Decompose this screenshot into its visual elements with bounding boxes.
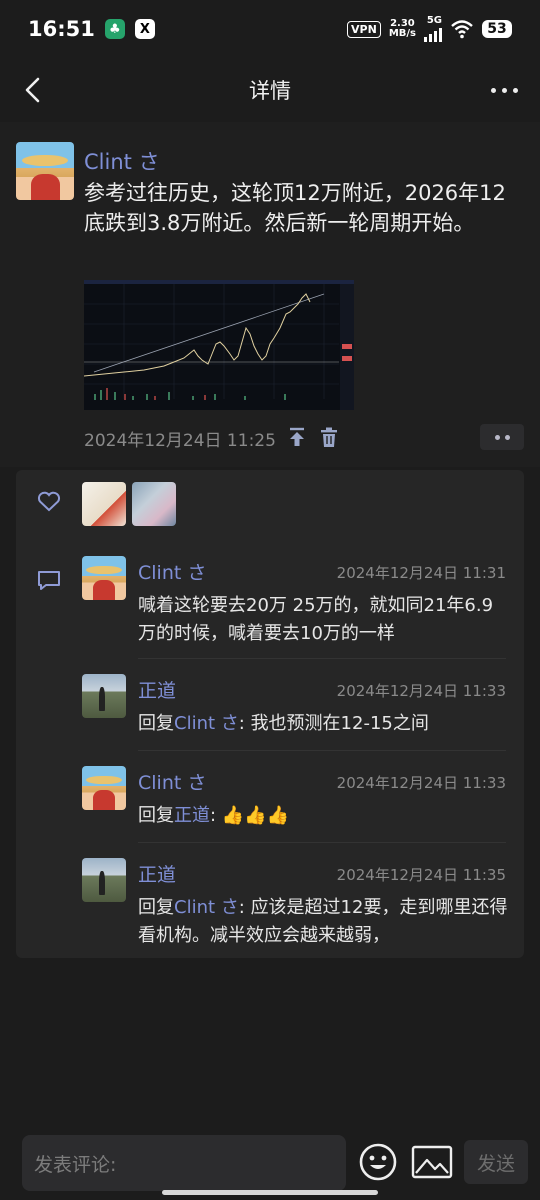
pin-top-icon[interactable] bbox=[286, 426, 308, 448]
nav-bar: 详情 bbox=[0, 58, 540, 122]
reply-prefix: 回复 bbox=[138, 897, 174, 918]
network-speed: 2.30 MB/s bbox=[389, 19, 416, 39]
avatar[interactable] bbox=[82, 766, 126, 810]
comment-time: 2024年12月24日 11:35 bbox=[336, 866, 506, 884]
comment-item[interactable]: Clint さ 2024年12月24日 11:33 回复正道: 👍👍👍 bbox=[82, 766, 506, 826]
comment-time: 2024年12月24日 11:33 bbox=[336, 682, 506, 700]
comment-text: 喊着这轮要去20万 25万的，就如同21年6.9万的时候，喊着要去10万的一样 bbox=[138, 592, 508, 648]
comment-author[interactable]: Clint さ bbox=[138, 558, 206, 585]
like-avatar[interactable] bbox=[132, 482, 176, 526]
smiley-icon[interactable] bbox=[358, 1142, 398, 1182]
leaf-app-icon: ♣ bbox=[104, 19, 125, 39]
post: Clint さ 参考过往历史，这轮顶12万附近，2026年12底跌到3.8万附近… bbox=[0, 122, 540, 467]
comment-icon bbox=[38, 571, 60, 590]
network-type: 5G bbox=[424, 16, 442, 42]
comment-body: 我也预测在12-15之间 bbox=[250, 713, 429, 734]
reply-separator: : bbox=[238, 713, 251, 734]
divider bbox=[138, 842, 506, 843]
comment-text: 回复正道: 👍👍👍 bbox=[138, 802, 508, 830]
post-text: 参考过往历史，这轮顶12万附近，2026年12底跌到3.8万附近。然后新一轮周期… bbox=[84, 181, 506, 235]
chevron-left-icon[interactable] bbox=[16, 72, 52, 108]
reply-target[interactable]: 正道 bbox=[174, 805, 210, 826]
comments-panel: Clint さ 2024年12月24日 11:31 喊着这轮要去20万 25万的… bbox=[16, 470, 524, 958]
avatar[interactable] bbox=[82, 858, 126, 902]
reply-separator: : bbox=[238, 897, 251, 918]
reply-target[interactable]: Clint さ bbox=[174, 713, 239, 734]
comment-time: 2024年12月24日 11:33 bbox=[336, 774, 506, 792]
divider bbox=[138, 658, 506, 659]
network-speed-unit: MB/s bbox=[388, 28, 416, 39]
comment-body: 👍👍👍 bbox=[221, 805, 290, 826]
post-author[interactable]: Clint さ bbox=[84, 146, 160, 176]
divider bbox=[138, 750, 506, 751]
comment-composer: 发表评论: 发送 bbox=[0, 1120, 540, 1200]
comment-input-placeholder: 发表评论: bbox=[34, 1153, 117, 1176]
vpn-badge: VPN bbox=[347, 20, 381, 38]
comment-author[interactable]: Clint さ bbox=[138, 768, 206, 795]
trash-icon[interactable] bbox=[318, 426, 340, 448]
battery-icon: 53 bbox=[482, 20, 512, 38]
wifi-icon bbox=[451, 20, 473, 39]
reply-prefix: 回复 bbox=[138, 713, 174, 734]
page-title: 详情 bbox=[249, 79, 291, 103]
avatar[interactable] bbox=[82, 556, 126, 600]
comment-item[interactable]: 正道 2024年12月24日 11:33 回复Clint さ: 我也预测在12-… bbox=[82, 674, 506, 734]
more-horizontal-icon[interactable] bbox=[491, 76, 518, 104]
post-time: 2024年12月24日 11:25 bbox=[84, 431, 276, 451]
network-type-label: 5G bbox=[426, 15, 442, 26]
x-app-icon: X bbox=[134, 19, 155, 39]
like-avatar[interactable] bbox=[82, 482, 126, 526]
comment-item[interactable]: Clint さ 2024年12月24日 11:31 喊着这轮要去20万 25万的… bbox=[82, 556, 506, 646]
reply-separator: : bbox=[210, 805, 222, 826]
comment-author[interactable]: 正道 bbox=[138, 676, 176, 703]
post-image[interactable] bbox=[83, 280, 354, 410]
reply-target[interactable]: Clint さ bbox=[174, 897, 239, 918]
comment-time: 2024年12月24日 11:31 bbox=[336, 564, 506, 582]
comment-author[interactable]: 正道 bbox=[138, 860, 176, 887]
heart-icon bbox=[37, 491, 61, 512]
reply-prefix: 回复 bbox=[138, 805, 174, 826]
comment-item[interactable]: 正道 2024年12月24日 11:35 回复Clint さ: 应该是超过12要… bbox=[82, 858, 508, 950]
signal-icon bbox=[424, 26, 442, 42]
post-more-button[interactable] bbox=[480, 424, 524, 450]
image-icon[interactable] bbox=[410, 1142, 454, 1182]
send-button[interactable]: 发送 bbox=[464, 1140, 528, 1184]
avatar[interactable] bbox=[82, 674, 126, 718]
comment-text: 回复Clint さ: 应该是超过12要，走到哪里还得看机构。减半效应会越来越弱， bbox=[138, 894, 508, 950]
status-time: 16:51 bbox=[28, 17, 95, 41]
status-indicators: VPN 2.30 MB/s 5G 53 bbox=[347, 16, 512, 42]
comment-input[interactable]: 发表评论: bbox=[22, 1135, 346, 1191]
chart-thumbnail bbox=[83, 284, 354, 410]
avatar[interactable] bbox=[16, 142, 74, 200]
comment-text: 回复Clint さ: 我也预测在12-15之间 bbox=[138, 710, 508, 738]
status-bar: 16:51 ♣ X VPN 2.30 MB/s 5G 53 bbox=[0, 0, 540, 58]
home-indicator[interactable] bbox=[162, 1190, 378, 1195]
comment-body: 喊着这轮要去20万 25万的，就如同21年6.9万的时候，喊着要去10万的一样 bbox=[138, 595, 494, 644]
